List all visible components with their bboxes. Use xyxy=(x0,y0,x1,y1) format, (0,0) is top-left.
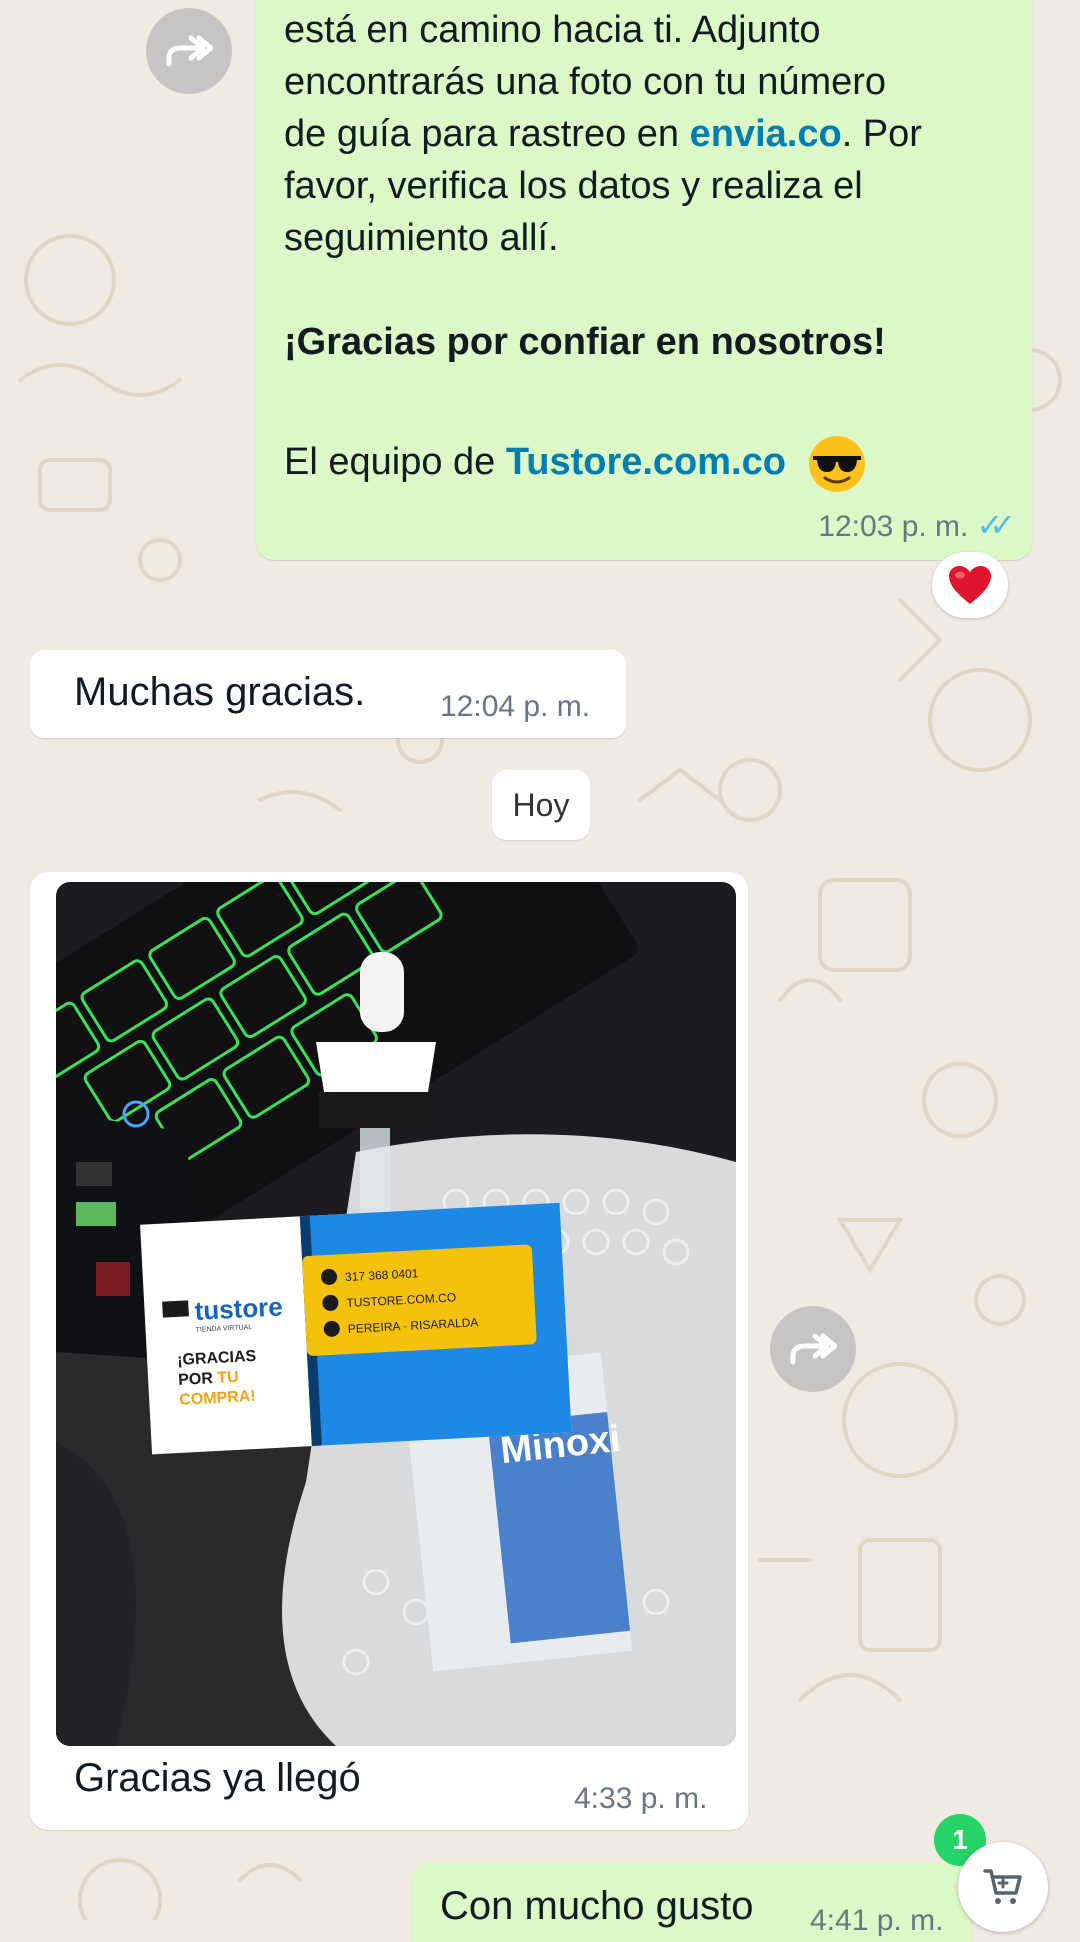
message-text: Muchas gracias. xyxy=(74,670,366,714)
message-line: está en camino hacia ti. Adjunto xyxy=(284,9,821,51)
outgoing-message[interactable]: está en camino hacia ti. Adjunto encontr… xyxy=(256,0,1032,560)
forward-icon xyxy=(790,1333,837,1365)
forward-icon xyxy=(166,35,213,67)
message-text-fragment: de guía para rastreo en xyxy=(284,113,690,155)
image-caption: Gracias ya llegó xyxy=(74,1756,361,1800)
message-line: encontrarás una foto con tu número xyxy=(284,61,887,103)
message-text-fragment: . Por xyxy=(841,113,922,155)
message-time: 4:41 p. m. xyxy=(810,1904,944,1937)
message-time: 12:04 p. m. xyxy=(440,690,591,723)
message-reaction[interactable] xyxy=(932,552,1008,618)
signature-text: El equipo de xyxy=(284,441,506,484)
store-link[interactable]: Tustore.com.co xyxy=(506,441,786,483)
card-brand: tustore xyxy=(194,1291,284,1326)
thanks-line: ¡Gracias por confiar en nosotros! xyxy=(284,321,886,363)
forward-button[interactable] xyxy=(146,8,232,94)
message-line: seguimiento allí. xyxy=(284,217,559,259)
message-text: está en camino hacia ti. Adjunto encontr… xyxy=(284,4,1014,494)
message-line: favor, verifica los datos y realiza el xyxy=(284,165,863,207)
card-thanks-2b: TU xyxy=(217,1369,239,1387)
date-separator: Hoy xyxy=(492,770,590,840)
message-photo[interactable]: Minoxi tustore TIENDA VIRTUAL ¡GRACIAS P… xyxy=(56,882,736,1746)
forward-button[interactable] xyxy=(770,1306,856,1392)
outgoing-message[interactable]: Con mucho gusto 4:41 p. m. xyxy=(412,1862,972,1942)
cart-button[interactable] xyxy=(958,1842,1048,1932)
signature-line: El equipo de Tustore.com.co xyxy=(284,434,1014,494)
message-time: 12:03 p. m. xyxy=(818,510,969,543)
message-time: 4:33 p. m. xyxy=(574,1782,708,1815)
heart-icon xyxy=(949,566,991,604)
tracking-link[interactable]: envia.co xyxy=(690,113,842,155)
incoming-image-message[interactable]: Minoxi tustore TIENDA VIRTUAL ¡GRACIAS P… xyxy=(30,872,748,1830)
message-line: de guía para rastreo en envia.co. Por xyxy=(284,108,1014,160)
photo-content: Minoxi tustore TIENDA VIRTUAL ¡GRACIAS P… xyxy=(56,882,736,1746)
cart-icon xyxy=(983,1869,1022,1904)
message-meta: 12:03 p. m. ✓✓ xyxy=(818,506,1016,544)
read-ticks-icon: ✓✓ xyxy=(976,507,1015,543)
svg-text:POR TU: POR TU xyxy=(178,1369,239,1389)
message-text: Con mucho gusto xyxy=(440,1884,754,1928)
incoming-message[interactable]: Muchas gracias. 12:04 p. m. xyxy=(30,650,626,738)
sunglasses-emoji xyxy=(808,436,865,492)
card-thanks-2a: POR xyxy=(178,1370,218,1389)
